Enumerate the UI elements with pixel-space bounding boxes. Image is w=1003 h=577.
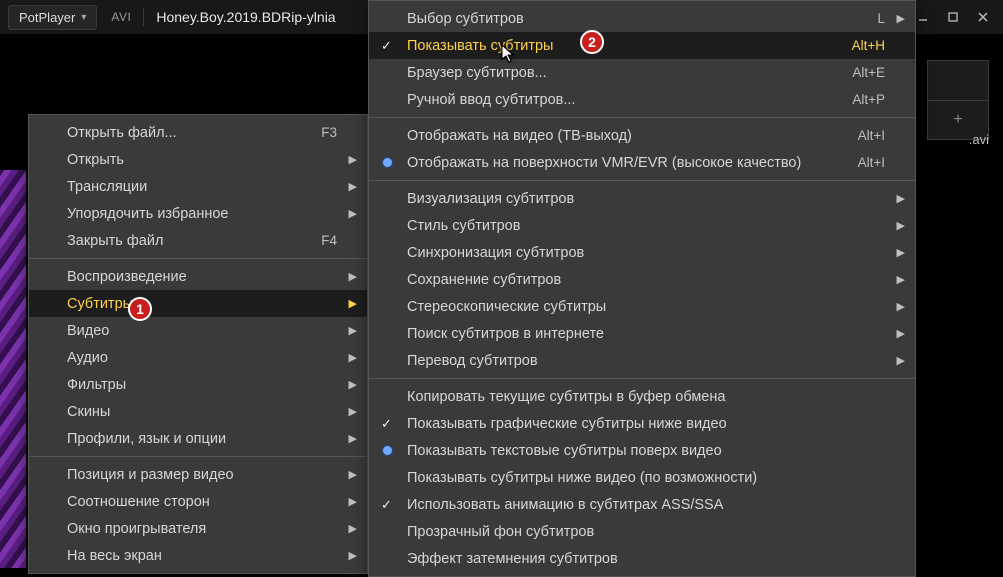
checkmark-icon: ✓ xyxy=(381,416,392,432)
submenu-arrow-icon: ▶ xyxy=(897,246,905,259)
submenu-arrow-icon: ▶ xyxy=(349,495,357,508)
sub-translate[interactable]: Перевод субтитров▶ xyxy=(369,347,915,374)
submenu-arrow-icon: ▶ xyxy=(897,273,905,286)
annotation-badge-1: 1 xyxy=(128,297,152,321)
menu-audio[interactable]: Аудио▶ xyxy=(29,344,367,371)
submenu-arrow-icon: ▶ xyxy=(349,522,357,535)
submenu-arrow-icon: ▶ xyxy=(349,324,357,337)
plus-icon: + xyxy=(953,111,962,129)
window-controls xyxy=(909,0,997,34)
menu-subtitles[interactable]: Субтитры▶ xyxy=(29,290,367,317)
sub-manual[interactable]: Ручной ввод субтитров...Alt+P xyxy=(369,86,915,113)
divider xyxy=(143,8,144,26)
playlist-file[interactable]: .avi xyxy=(969,132,989,147)
submenu-arrow-icon: ▶ xyxy=(349,270,357,283)
context-menu-subtitles: Выбор субтитровL▶ ✓Показывать субтитрыAl… xyxy=(368,0,916,577)
sub-below-when[interactable]: Показывать субтитры ниже видео (по возмо… xyxy=(369,464,915,491)
menu-broadcasts[interactable]: Трансляции▶ xyxy=(29,173,367,200)
app-label: PotPlayer xyxy=(19,10,75,25)
menu-separator xyxy=(369,117,915,118)
submenu-arrow-icon: ▶ xyxy=(349,378,357,391)
menu-separator xyxy=(29,456,367,457)
submenu-arrow-icon: ▶ xyxy=(897,327,905,340)
menu-profiles[interactable]: Профили, язык и опции▶ xyxy=(29,425,367,452)
side-tabs: + xyxy=(927,60,989,140)
menu-playback[interactable]: Воспроизведение▶ xyxy=(29,263,367,290)
menu-fullscreen[interactable]: На весь экран▶ xyxy=(29,542,367,569)
menu-separator xyxy=(369,180,915,181)
submenu-arrow-icon: ▶ xyxy=(349,180,357,193)
sub-save[interactable]: Сохранение субтитров▶ xyxy=(369,266,915,293)
sub-ass-anim[interactable]: ✓Использовать анимацию в субтитрах ASS/S… xyxy=(369,491,915,518)
menu-separator xyxy=(29,258,367,259)
app-menu-button[interactable]: PotPlayer ▾ xyxy=(8,5,97,30)
sub-search-net[interactable]: Поиск субтитров в интернете▶ xyxy=(369,320,915,347)
menu-aspect[interactable]: Соотношение сторон▶ xyxy=(29,488,367,515)
sub-transparent[interactable]: Прозрачный фон субтитров xyxy=(369,518,915,545)
submenu-arrow-icon: ▶ xyxy=(897,354,905,367)
format-badge: AVI xyxy=(111,10,131,24)
cursor-icon xyxy=(501,44,517,67)
menu-close-file[interactable]: Закрыть файлF4 xyxy=(29,227,367,254)
annotation-badge-2: 2 xyxy=(580,30,604,54)
menu-position[interactable]: Позиция и размер видео▶ xyxy=(29,461,367,488)
submenu-arrow-icon: ▶ xyxy=(349,405,357,418)
sub-style[interactable]: Стиль субтитров▶ xyxy=(369,212,915,239)
submenu-arrow-icon: ▶ xyxy=(897,12,905,25)
menu-open[interactable]: Открыть▶ xyxy=(29,146,367,173)
submenu-arrow-icon: ▶ xyxy=(349,297,357,310)
sub-show[interactable]: ✓Показывать субтитрыAlt+H xyxy=(369,32,915,59)
submenu-arrow-icon: ▶ xyxy=(897,300,905,313)
context-menu-main: Открыть файл...F3 Открыть▶ Трансляции▶ У… xyxy=(28,114,368,574)
menu-filters[interactable]: Фильтры▶ xyxy=(29,371,367,398)
submenu-arrow-icon: ▶ xyxy=(349,153,357,166)
submenu-arrow-icon: ▶ xyxy=(349,432,357,445)
radio-icon xyxy=(383,446,392,455)
submenu-arrow-icon: ▶ xyxy=(897,192,905,205)
menu-skins[interactable]: Скины▶ xyxy=(29,398,367,425)
video-edge-decoration xyxy=(0,170,26,568)
sub-text-over[interactable]: Показывать текстовые субтитры поверх вид… xyxy=(369,437,915,464)
radio-icon xyxy=(383,158,392,167)
menu-separator xyxy=(369,378,915,379)
sub-graphic-below[interactable]: ✓Показывать графические субтитры ниже ви… xyxy=(369,410,915,437)
submenu-arrow-icon: ▶ xyxy=(349,207,357,220)
checkmark-icon: ✓ xyxy=(381,38,392,54)
submenu-arrow-icon: ▶ xyxy=(349,549,357,562)
sub-visualization[interactable]: Визуализация субтитров▶ xyxy=(369,185,915,212)
sub-sync[interactable]: Синхронизация субтитров▶ xyxy=(369,239,915,266)
maximize-button[interactable] xyxy=(939,6,967,28)
sub-stereo[interactable]: Стереоскопические субтитры▶ xyxy=(369,293,915,320)
sub-copy-clip[interactable]: Копировать текущие субтитры в буфер обме… xyxy=(369,383,915,410)
menu-video[interactable]: Видео▶ xyxy=(29,317,367,344)
submenu-arrow-icon: ▶ xyxy=(349,351,357,364)
sub-select[interactable]: Выбор субтитровL▶ xyxy=(369,5,915,32)
menu-player-window[interactable]: Окно проигрывателя▶ xyxy=(29,515,367,542)
sub-browser[interactable]: Браузер субтитров...Alt+E xyxy=(369,59,915,86)
menu-organize-fav[interactable]: Упорядочить избранное▶ xyxy=(29,200,367,227)
sub-display-tv[interactable]: Отображать на видео (ТВ-выход)Alt+I xyxy=(369,122,915,149)
menu-open-file[interactable]: Открыть файл...F3 xyxy=(29,119,367,146)
chevron-down-icon: ▾ xyxy=(81,12,86,23)
tab-blank[interactable] xyxy=(927,60,989,100)
sub-display-vmr[interactable]: Отображать на поверхности VMR/EVR (высок… xyxy=(369,149,915,176)
checkmark-icon: ✓ xyxy=(381,497,392,513)
close-button[interactable] xyxy=(969,6,997,28)
submenu-arrow-icon: ▶ xyxy=(897,219,905,232)
submenu-arrow-icon: ▶ xyxy=(349,468,357,481)
file-title: Honey.Boy.2019.BDRip-ylnia xyxy=(156,9,335,25)
